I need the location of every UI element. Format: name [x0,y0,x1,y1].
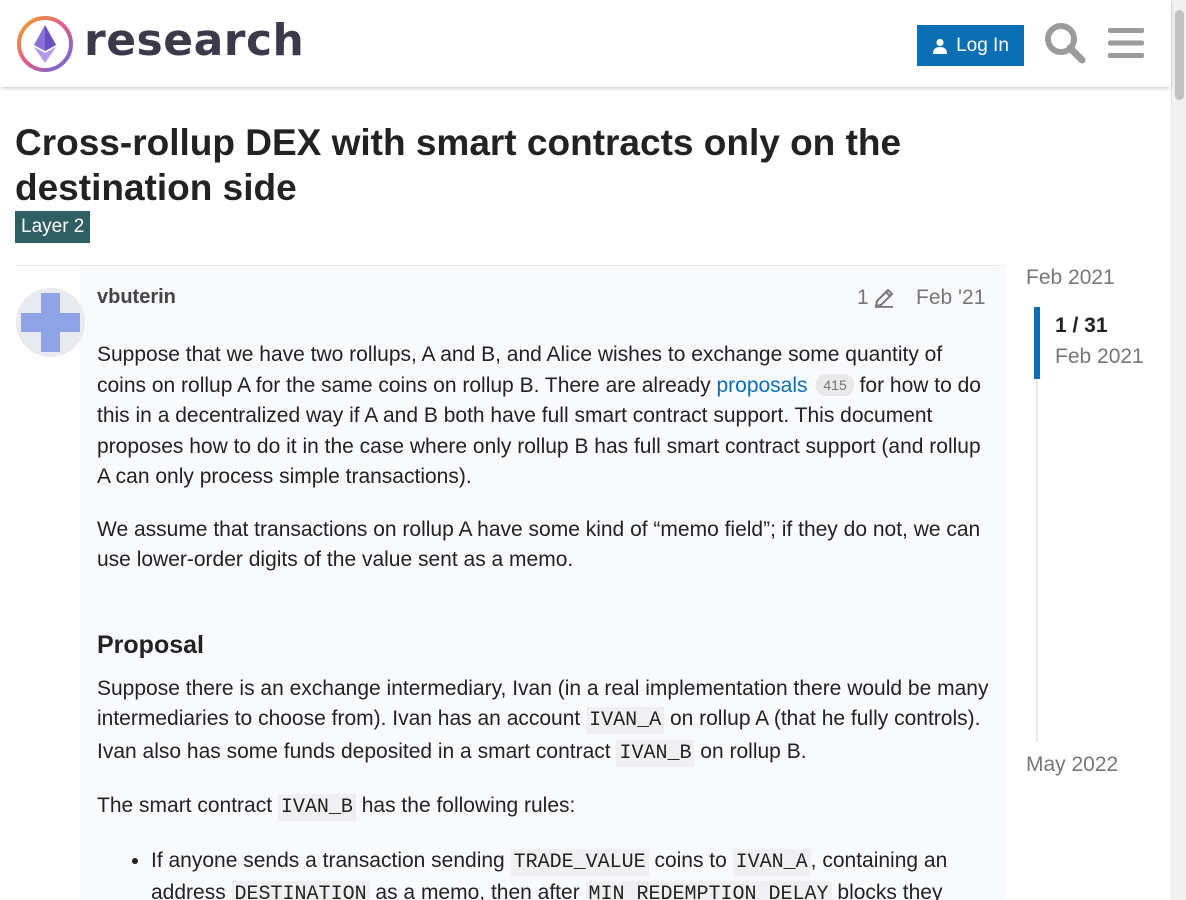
site-header: research Log In [0,0,1171,87]
timeline-position[interactable]: 1 / 31 [1055,314,1108,338]
text: has the following rules: [355,794,576,817]
scrollbar-thumb[interactable] [1175,10,1184,100]
hamburger-menu-icon[interactable] [1106,23,1146,63]
proposals-link[interactable]: proposals [716,374,807,397]
timeline-position-date: Feb 2021 [1055,345,1144,368]
category-badge[interactable]: Layer 2 [15,211,91,243]
paragraph-intro: Suppose that we have two rollups, A and … [97,340,992,493]
research-logo-icon [17,16,73,72]
code-ivan-b: IVAN_B [277,794,356,821]
timeline-start-date[interactable]: Feb 2021 [1026,266,1115,290]
text: coins to [648,848,733,872]
text: on rollup B. [694,739,807,763]
edit-count: 1 [857,286,869,309]
user-icon [933,38,948,54]
page-scrollbar[interactable] [1171,0,1186,900]
pencil-icon [874,288,894,308]
code-ivan-a: IVAN_A [732,848,811,876]
text: If anyone sends a transaction sending [151,848,511,872]
post-body: Suppose that we have two rollups, A and … [97,340,992,900]
timeline-handle[interactable] [1034,307,1040,379]
post-author[interactable]: vbuterin [97,286,176,309]
code-ivan-a: IVAN_A [586,707,665,734]
post-edit-history[interactable]: 1 [857,286,895,310]
code-min-redemption-delay: MIN_REDEMPTION_DELAY [585,881,832,900]
topic-title[interactable]: Cross-rollup DEX with smart contracts on… [15,120,975,210]
text: The smart contract [97,794,278,817]
text: as a memo, then after [369,881,586,900]
search-icon[interactable] [1043,21,1087,65]
paragraph-rules: The smart contract IVAN_B has the follow… [97,791,992,824]
login-label: Log In [956,34,1009,56]
post-date[interactable]: Feb '21 [916,286,985,310]
code-destination: DESTINATION [231,881,370,900]
paragraph-ivan: Suppose there is an exchange intermediar… [97,674,992,770]
avatar-image [16,288,85,357]
site-logo[interactable]: research [16,14,304,74]
avatar[interactable] [16,288,85,357]
text: blocks they [831,881,943,900]
login-button[interactable]: Log In [917,25,1024,66]
link-click-count: 415 [816,373,854,396]
code-trade-value: TRADE_VALUE [510,848,649,876]
rules-list: If anyone sends a transaction sending TR… [151,846,992,900]
list-item: If anyone sends a transaction sending TR… [151,846,992,900]
site-name: research [84,15,305,66]
paragraph-memo: We assume that transactions on rollup A … [97,517,981,572]
timeline-end-date[interactable]: May 2022 [1026,753,1118,777]
code-ivan-b: IVAN_B [616,739,695,767]
section-heading-proposal: Proposal [97,630,204,659]
